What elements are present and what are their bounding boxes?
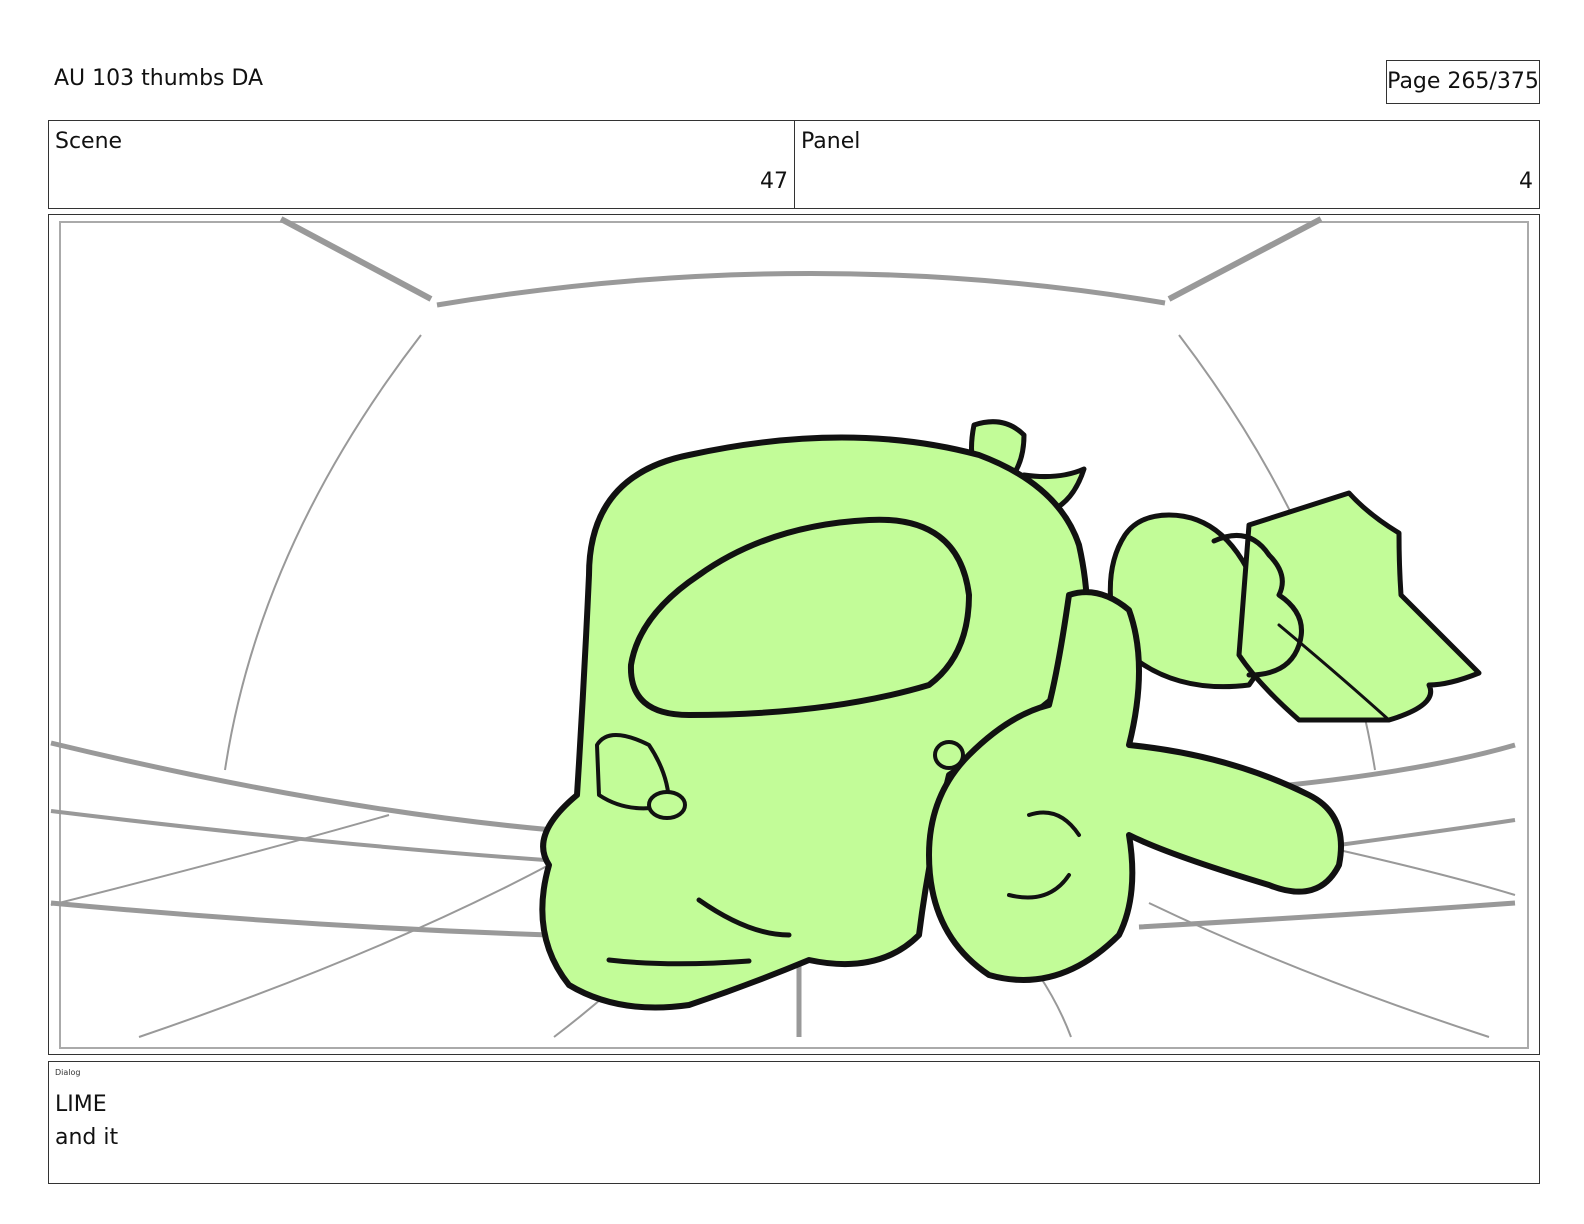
floor-line-3 xyxy=(50,900,550,938)
dialog-line-1: LIME xyxy=(55,1092,107,1117)
wall-arc-left xyxy=(224,334,422,771)
scene-cell: Scene 47 xyxy=(49,121,795,208)
scene-panel-row: Scene 47 Panel 4 xyxy=(48,120,1540,209)
dialog-text: LIME and it xyxy=(55,1088,118,1154)
dialog-label: Dialog xyxy=(55,1068,81,1077)
page-number-box: Page 265/375 xyxy=(1386,60,1540,104)
floor-line-5 xyxy=(1338,818,1516,847)
dialog-line-2: and it xyxy=(55,1125,119,1150)
storyboard-drawing xyxy=(50,216,1529,1049)
panel-number: 4 xyxy=(1519,169,1533,194)
ceiling-line-left xyxy=(279,216,433,302)
storyboard-frame xyxy=(48,214,1540,1055)
floor-line-6 xyxy=(1138,900,1516,930)
ceiling-line-right xyxy=(1167,216,1323,302)
panel-cell: Panel 4 xyxy=(795,121,1539,208)
document-title: AU 103 thumbs DA xyxy=(54,66,264,91)
floor-line-2 xyxy=(50,809,560,863)
scene-number: 47 xyxy=(760,169,788,194)
lime-character xyxy=(539,419,1482,1011)
scene-label: Scene xyxy=(55,129,123,154)
knob-left xyxy=(647,790,687,820)
floor-diag-right-3 xyxy=(1038,974,1072,1038)
ceiling-arc xyxy=(436,271,1166,308)
leaf xyxy=(1236,490,1482,723)
floor-diag-right xyxy=(1338,849,1516,896)
floor-line-4 xyxy=(1288,742,1516,788)
floor-diag-left-2 xyxy=(138,864,550,1038)
panel-label: Panel xyxy=(801,129,861,154)
dialog-box: Dialog LIME and it xyxy=(48,1061,1540,1184)
